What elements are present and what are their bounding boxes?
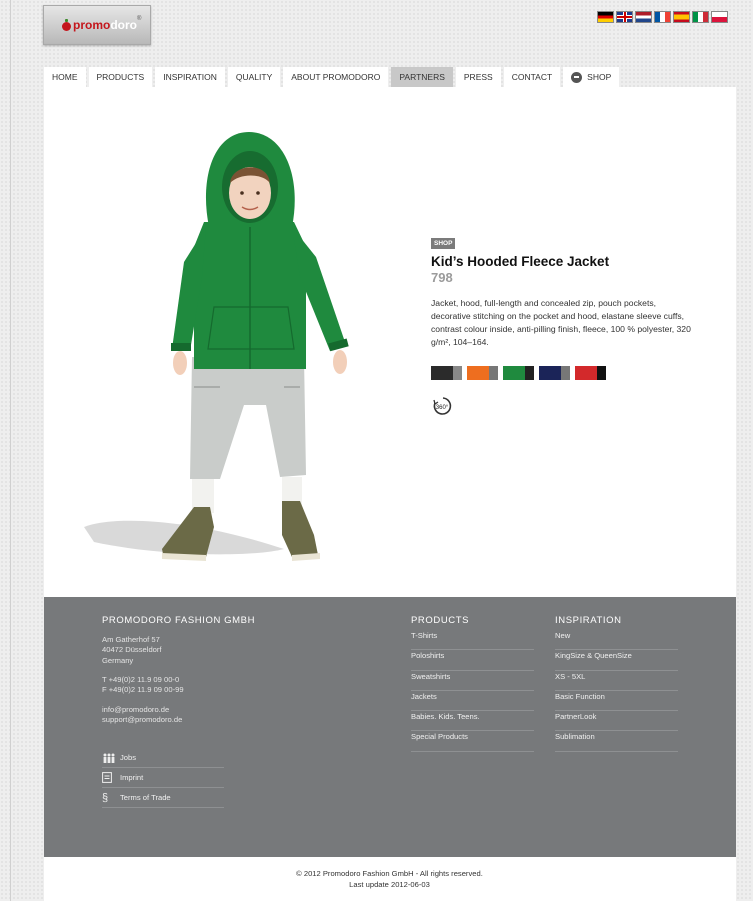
terms-link[interactable]: § Terms of Trade: [102, 788, 224, 808]
nav-about[interactable]: ABOUT PROMODORO: [283, 67, 389, 87]
product-number: 798: [431, 270, 453, 285]
flag-uk-icon[interactable]: [616, 11, 633, 23]
footer-link-tshirts[interactable]: T-Shirts: [411, 630, 534, 651]
footer-address: Am Gatherhof 57 40472 Düsseldorf Germany: [102, 635, 162, 666]
swatch-black-grey[interactable]: [431, 365, 462, 380]
content-panel: SHOP Kid’s Hooded Fleece Jacket 798 Jack…: [44, 87, 736, 599]
footer-inspiration-list: New KingSize & QueenSize XS - 5XL Basic …: [555, 630, 678, 752]
flag-fr-icon[interactable]: [654, 11, 671, 23]
footer-utility-links: Jobs Imprint § Terms of Trade: [102, 748, 224, 808]
footer-link-jackets[interactable]: Jackets: [411, 691, 534, 712]
nav-press[interactable]: PRESS: [455, 67, 501, 87]
footer-phone: T +49(0)2 11.9 09 00-0 F +49(0)2 11.9 09…: [102, 675, 184, 696]
fax-number: F +49(0)2 11.9 09 00-99: [102, 685, 184, 695]
footer: PROMODORO FASHION GMBH Am Gatherhof 57 4…: [44, 597, 736, 857]
footer-link-sweatshirts[interactable]: Sweatshirts: [411, 671, 534, 691]
footer-link-kingsize[interactable]: KingSize & QueenSize: [555, 650, 678, 671]
arrow-circle-icon: [571, 71, 583, 83]
swatch-red-black[interactable]: [575, 365, 606, 380]
jobs-link[interactable]: Jobs: [102, 748, 224, 768]
product-description: Jacket, hood, full-length and concealed …: [431, 298, 691, 347]
nav-inspiration[interactable]: INSPIRATION: [155, 67, 225, 87]
copyright-line: © 2012 Promodoro Fashion GmbH - All righ…: [296, 869, 483, 878]
footer-inspiration-heading: INSPIRATION: [555, 615, 622, 626]
footer-link-basic-function[interactable]: Basic Function: [555, 691, 678, 712]
logo-text-doro: doro: [110, 18, 138, 32]
rotate-360-icon[interactable]: 360°: [431, 395, 453, 417]
flag-es-icon[interactable]: [673, 11, 690, 23]
email-support-link[interactable]: support@promodoro.de: [102, 715, 182, 725]
address-city: 40472 Düsseldorf: [102, 645, 162, 655]
swatch-orange-grey[interactable]: [467, 365, 498, 380]
last-update-line: Last update 2012-06-03: [349, 879, 430, 889]
terms-label: Terms of Trade: [120, 793, 171, 802]
footer-link-xs-5xl[interactable]: XS - 5XL: [555, 671, 678, 691]
product-info: SHOP Kid’s Hooded Fleece Jacket 798 Jack…: [431, 232, 701, 422]
nav-home[interactable]: HOME: [44, 67, 86, 87]
footer-link-poloshirts[interactable]: Poloshirts: [411, 650, 534, 671]
footer-email: info@promodoro.de support@promodoro.de: [102, 705, 182, 726]
nav-contact[interactable]: CONTACT: [503, 67, 561, 87]
phone-number: T +49(0)2 11.9 09 00-0: [102, 675, 180, 684]
swatch-green-black[interactable]: [503, 365, 534, 380]
footer-products-heading: PRODUCTS: [411, 615, 470, 626]
copyright: © 2012 Promodoro Fashion GmbH - All righ…: [0, 869, 753, 890]
flag-nl-icon[interactable]: [635, 11, 652, 23]
imprint-link[interactable]: Imprint: [102, 768, 224, 788]
section-icon: §: [102, 791, 109, 804]
language-switcher: [597, 11, 728, 23]
nav-shop[interactable]: SHOP: [563, 67, 620, 87]
imprint-label: Imprint: [120, 773, 144, 782]
nav-partners[interactable]: PARTNERS: [391, 67, 453, 87]
main-nav: HOME PRODUCTS INSPIRATION QUALITY ABOUT …: [44, 67, 620, 87]
footer-link-partnerlook[interactable]: PartnerLook: [555, 711, 678, 732]
nav-shop-label: SHOP: [587, 72, 612, 82]
shop-badge[interactable]: SHOP: [431, 238, 456, 249]
document-icon: [102, 772, 116, 783]
address-street: Am Gatherhof 57: [102, 635, 160, 644]
swatch-navy-grey[interactable]: [539, 365, 570, 380]
flag-de-icon[interactable]: [597, 11, 614, 23]
footer-link-new[interactable]: New: [555, 630, 678, 651]
footer-link-babies-kids-teens[interactable]: Babies. Kids. Teens.: [411, 711, 534, 732]
tomato-icon: [62, 18, 71, 31]
footer-products-list: T-Shirts Poloshirts Sweatshirts Jackets …: [411, 630, 534, 752]
color-swatches: [431, 365, 701, 380]
people-icon: [102, 753, 116, 763]
nav-products[interactable]: PRODUCTS: [88, 67, 153, 87]
logo-text-promo: promo: [73, 18, 111, 32]
product-title: Kid’s Hooded Fleece Jacket: [431, 254, 610, 269]
footer-link-special-products[interactable]: Special Products: [411, 731, 534, 752]
flag-it-icon[interactable]: [692, 11, 709, 23]
email-info-link[interactable]: info@promodoro.de: [102, 705, 182, 715]
flag-pl-icon[interactable]: [711, 11, 728, 23]
logo[interactable]: promo doro ®: [43, 5, 151, 45]
footer-company-heading: PROMODORO FASHION GMBH: [102, 615, 256, 626]
address-country: Germany: [102, 655, 134, 665]
footer-link-sublimation[interactable]: Sublimation: [555, 731, 678, 752]
jobs-label: Jobs: [120, 753, 137, 762]
logo-registered: ®: [137, 16, 142, 22]
rotate-360-label: 360°: [436, 405, 449, 411]
nav-quality[interactable]: QUALITY: [227, 67, 281, 87]
